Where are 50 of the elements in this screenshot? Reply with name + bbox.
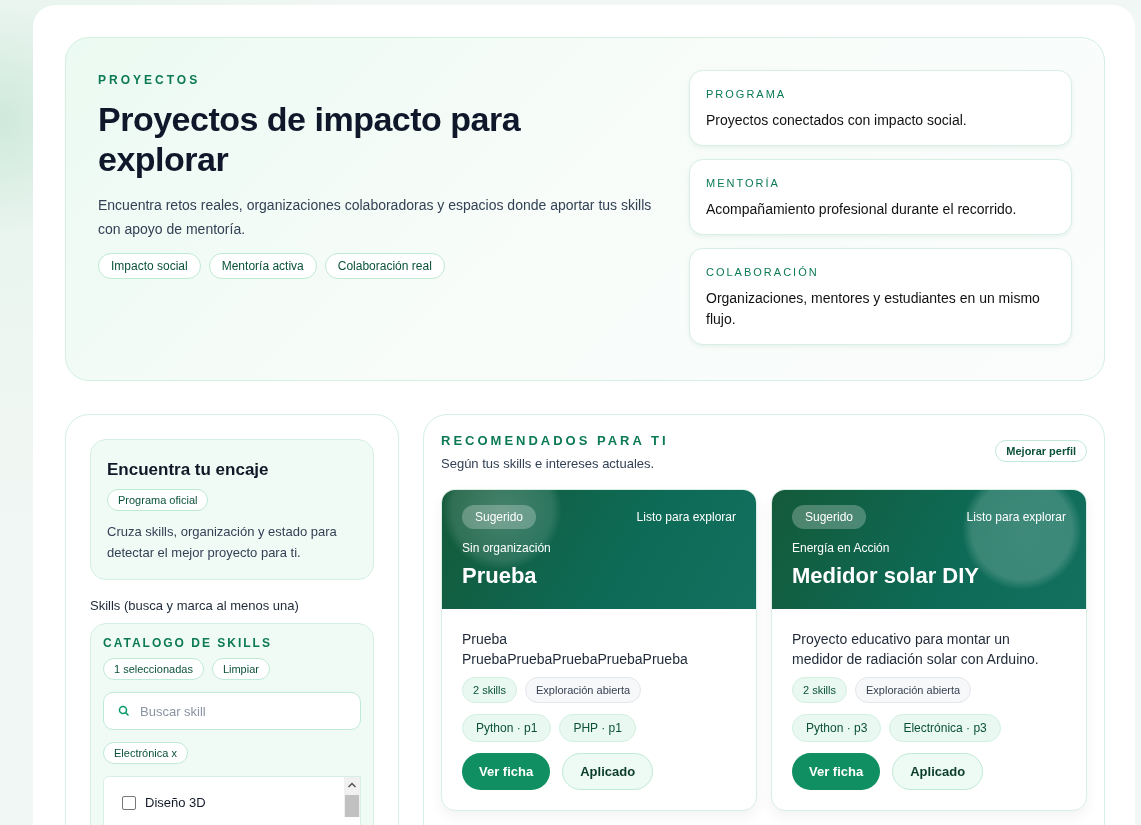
tag: Colaboración real [324,253,445,279]
highlight-label: MENTORÍA [706,177,781,189]
skill-tag: Python · p1 [462,714,552,742]
selected-count: 1 seleccionadas [103,658,204,680]
view-button[interactable]: Ver ficha [462,753,551,790]
panel-title: Encuentra tu encaje [107,460,270,480]
mode-tag: Exploración abierta [855,677,972,703]
improve-profile-button[interactable]: Mejorar perfil [995,440,1087,462]
suggested-badge: Sugerido [792,505,867,529]
tag: Mentoría activa [208,253,317,279]
highlight-text: Proyectos conectados con impacto social. [706,111,968,130]
section-subtitle: Según tus skills e intereses actuales. [441,456,656,471]
skill-tag: Python · p3 [792,714,882,742]
scrollbar[interactable] [344,777,360,817]
view-button[interactable]: Ver ficha [792,753,881,790]
hero-description: Encuentra retos reales, organizaciones colaboradoras y espacios donde aportar tus skills con apoyo de mentoría. [98,196,653,239]
tag: Impacto social [98,253,201,279]
highlight-label: COLABORACIÓN [706,266,820,278]
search-field[interactable]: Buscar skill [103,692,361,730]
project-title: Medidor solar DIY [792,563,981,589]
field-label: Skills (busca y marca al menos una) [90,598,300,613]
panel-description: Cruza skills, organización y estado para detectar el mejor proyecto para ti. [107,523,338,562]
page-title: Proyectos de impacto para explorar [98,99,522,179]
applied-button[interactable]: Aplicado [892,753,984,790]
status-text: Listo para explorar [966,510,1066,524]
skills-count: 2 skills [792,677,847,703]
clear-button[interactable]: Limpiar [211,658,270,680]
highlight-text: Acompañamiento profesional durante el recorrido. [706,200,1018,219]
highlight-label: PROGRAMA [706,88,788,100]
organization-name: Sin organización [462,541,552,555]
highlight-text: Organizaciones, mentores y estudiantes en un mismo flujo. [706,289,1041,329]
project-title: Prueba [462,563,538,589]
section-eyebrow: PROYECTOS [98,73,202,87]
status-text: Listo para explorar [636,510,736,524]
skill-tag: PHP · p1 [559,714,636,742]
section-title: RECOMENDADOS PARA TI [441,433,669,448]
option-label: Diseño 3D [145,795,206,810]
skill-chip[interactable]: Electrónica x [103,742,188,764]
checkbox[interactable] [122,795,136,810]
skill-tag: Electrónica · p3 [889,714,1001,742]
skills-count: 2 skills [462,677,517,703]
project-description: Prueba PruebaPruebaPruebaPruebaPrueba [462,630,689,669]
search-icon [118,705,130,717]
applied-button[interactable]: Aplicado [562,753,654,790]
catalog-title: CATALOGO DE SKILLS [103,636,273,650]
badge: Programa oficial [107,489,209,511]
organization-name: Energía en Acción [792,541,891,555]
project-description: Proyecto educativo para montar un medidor de radiación solar con Arduino. [792,630,1040,669]
suggested-badge: Sugerido [462,505,537,529]
mode-tag: Exploración abierta [525,677,642,703]
